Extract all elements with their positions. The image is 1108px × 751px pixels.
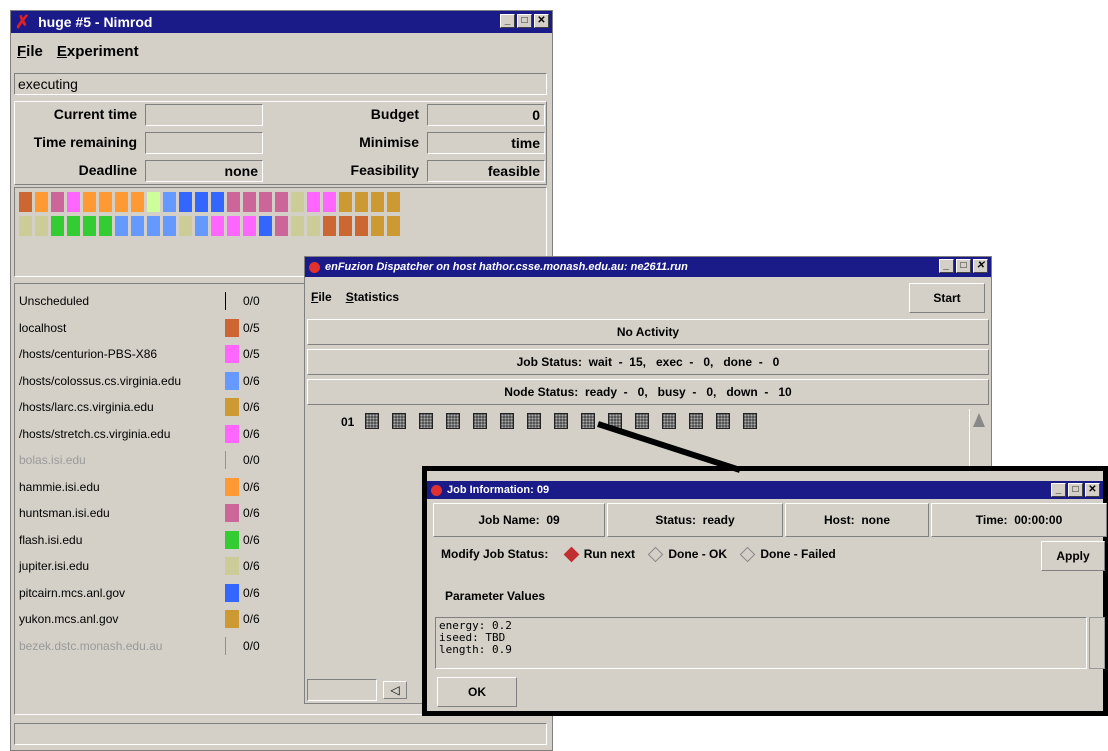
callout-line (597, 421, 741, 473)
